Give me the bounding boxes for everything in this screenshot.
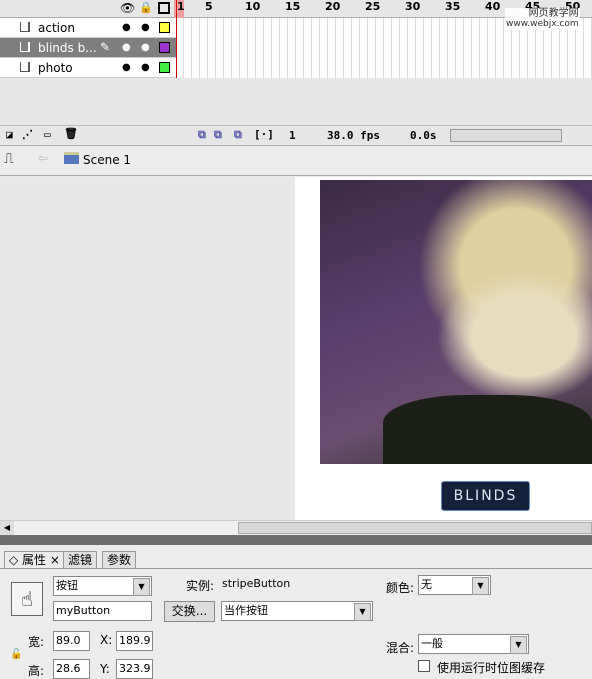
layer-name: photo — [38, 61, 73, 75]
layer-action[interactable]: action ● ● — [0, 18, 176, 38]
y-input[interactable]: 323.9 — [116, 659, 153, 679]
eye-icon[interactable]: 👁 — [120, 1, 135, 15]
pasteboard — [0, 177, 295, 520]
height-input[interactable]: 28.6 — [53, 659, 90, 679]
cache-bitmap-label: 使用运行时位图缓存 — [437, 661, 546, 675]
frame-number: 25 — [365, 0, 381, 13]
y-label: Y: — [100, 662, 110, 676]
current-frame: 1 — [289, 129, 296, 142]
watermark-line1: 网页教学网 — [528, 8, 579, 19]
properties-panel: ◇ 属性 × 滤镜 参数 ☝ 按钮 myButton 实例: stripeBut… — [0, 545, 592, 679]
scroll-thumb[interactable] — [238, 522, 592, 534]
onion-markers-icon[interactable]: [·] — [254, 128, 274, 141]
layer-name: action — [38, 21, 75, 35]
color-label: 颜色: — [386, 581, 415, 595]
swap-button[interactable]: 交换... — [164, 601, 215, 622]
frame-number: 1 — [177, 0, 185, 13]
back-arrow-icon[interactable]: ⇦ — [38, 151, 48, 165]
layer-photo[interactable]: photo ● ● — [0, 58, 176, 78]
instance-name: stripeButton — [222, 577, 291, 590]
frame-number: 35 — [445, 0, 461, 13]
blend-select[interactable]: 一般 — [418, 634, 529, 654]
cache-bitmap-checkbox[interactable] — [418, 660, 430, 672]
watermark-line2: www.webjx.com — [506, 19, 579, 29]
symbol-type-select[interactable]: 按钮 — [53, 576, 152, 596]
scene-icon — [64, 152, 79, 164]
frame-number: 40 — [485, 0, 501, 13]
frame-rate[interactable]: 38.0 fps — [327, 129, 380, 142]
tab-properties[interactable]: ◇ 属性 × — [4, 551, 65, 568]
watermark: 网页教学网 www.webjx.com — [505, 8, 580, 30]
width-label: 宽: — [28, 635, 45, 649]
scene-label[interactable]: Scene 1 — [83, 153, 131, 167]
elapsed-time: 0.0s — [410, 129, 437, 142]
photo-detail — [383, 395, 592, 464]
frame-number: 5 — [205, 0, 213, 13]
blend-label: 混合: — [386, 641, 415, 655]
scroll-left-icon[interactable]: ◀ — [0, 521, 14, 535]
tab-parameters[interactable]: 参数 — [102, 551, 137, 568]
pencil-icon: ✎ — [100, 40, 111, 54]
frame-number: 20 — [325, 0, 341, 13]
trash-icon[interactable]: 🗑 — [64, 127, 78, 140]
layer-blinds[interactable]: blinds b... ✎ ● ● — [0, 38, 176, 58]
add-guide-icon[interactable]: ⋰ — [22, 128, 33, 141]
horizontal-scrollbar[interactable]: ◀ — [0, 520, 592, 535]
tab-filters[interactable]: 滤镜 — [63, 551, 98, 568]
timeline-toolbar: ◪ ⋰ ▭ 🗑 ⧉ ⧉ ⧉ [·] 1 38.0 fps 0.0s — [0, 125, 592, 144]
layer-icon — [20, 22, 30, 32]
frame-number: 10 — [245, 0, 261, 13]
x-label: X: — [100, 633, 113, 647]
frame-number: 15 — [285, 0, 301, 13]
onion-outline-icon[interactable]: ⧉ — [214, 128, 222, 142]
timeline-scrollbar[interactable] — [450, 129, 562, 142]
layers-empty-area — [0, 78, 592, 125]
track-as-select[interactable]: 当作按钮 — [221, 601, 373, 621]
layer-icon — [20, 42, 30, 52]
instance-name-input[interactable]: myButton — [53, 601, 152, 621]
lock-icon[interactable]: 🔒 — [139, 1, 153, 14]
instance-label: 实例: — [186, 579, 215, 593]
layer-color-swatch[interactable] — [159, 22, 170, 33]
layer-color-swatch[interactable] — [159, 62, 170, 73]
color-select[interactable]: 无 — [418, 575, 491, 595]
width-input[interactable]: 89.0 — [53, 631, 90, 651]
button-symbol-icon: ☝ — [11, 582, 43, 616]
timeline-toggle-icon[interactable]: ⎍ — [4, 151, 14, 167]
outline-icon[interactable] — [158, 2, 170, 14]
x-input[interactable]: 189.9 — [116, 631, 153, 651]
layer-icon — [20, 62, 30, 72]
frame-number: 30 — [405, 0, 421, 13]
layer-color-swatch[interactable] — [159, 42, 170, 53]
layer-name: blinds b... — [38, 41, 97, 55]
timeline-header: 👁 🔒 1 5 10 15 20 25 30 35 40 45 50 — [0, 0, 592, 18]
new-layer-icon[interactable]: ◪ — [6, 128, 13, 141]
blinds-button[interactable]: BLINDS — [441, 481, 530, 511]
panel-divider[interactable] — [0, 535, 592, 545]
edit-bar: ⎍ ⇦ Scene 1 — [0, 145, 592, 176]
edit-multiple-icon[interactable]: ⧉ — [234, 128, 242, 142]
height-label: 高: — [28, 664, 45, 678]
lock-ratio-icon[interactable]: 🔓 — [10, 649, 22, 660]
folder-icon[interactable]: ▭ — [44, 128, 51, 141]
onion-skin-icon[interactable]: ⧉ — [198, 128, 206, 142]
